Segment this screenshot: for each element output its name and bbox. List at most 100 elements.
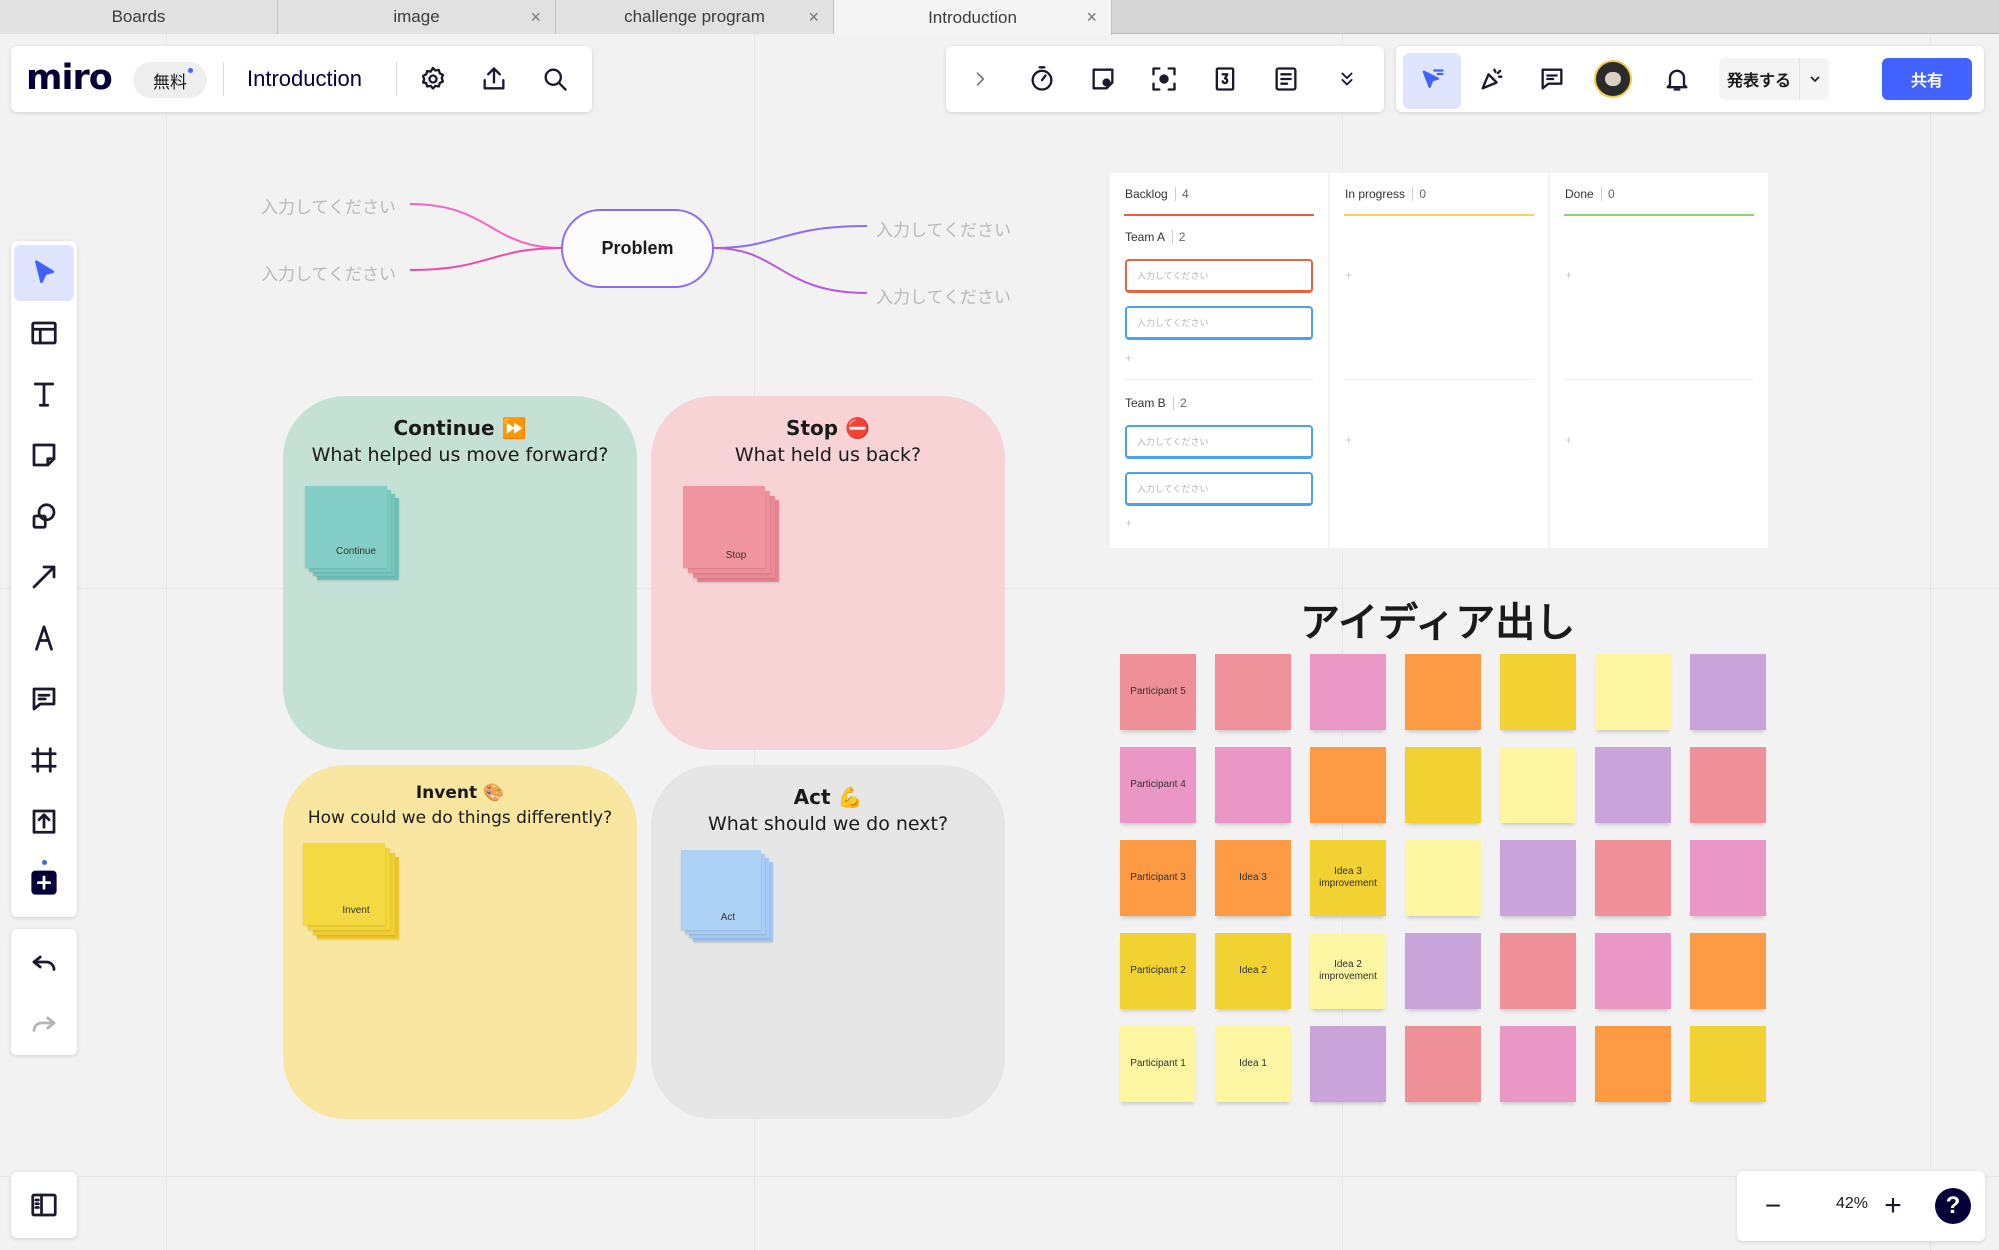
comment-icon[interactable] bbox=[1530, 57, 1574, 101]
upload-tool[interactable] bbox=[14, 793, 74, 849]
kanban-column-backlog[interactable]: Backlog 4 Team A 2 入力してください 入力してください + T… bbox=[1110, 173, 1328, 548]
idea-sticky-note[interactable] bbox=[1500, 840, 1576, 916]
tab-introduction[interactable]: Introduction × bbox=[834, 0, 1112, 35]
kanban-card[interactable]: 入力してください bbox=[1125, 306, 1313, 340]
templates-tool[interactable] bbox=[14, 305, 74, 361]
add-card-icon[interactable]: + bbox=[1125, 351, 1132, 365]
idea-sticky-note[interactable] bbox=[1690, 747, 1766, 823]
sticky-stack-act[interactable]: Act bbox=[681, 850, 773, 942]
sticky-note-tool[interactable] bbox=[14, 427, 74, 483]
undo-button[interactable] bbox=[14, 934, 74, 990]
idea-sticky-note[interactable] bbox=[1405, 654, 1481, 730]
chevrons-down-icon[interactable] bbox=[1325, 57, 1369, 101]
kanban-board[interactable]: Backlog 4 Team A 2 入力してください 入力してください + T… bbox=[1110, 173, 1770, 548]
quadrant-stop[interactable]: Stop ⛔ What held us back? Stop bbox=[651, 396, 1005, 750]
pen-tool[interactable] bbox=[14, 610, 74, 666]
idea-sticky-note[interactable]: Participant 1 bbox=[1120, 1026, 1196, 1102]
idea-sticky-note[interactable] bbox=[1690, 840, 1766, 916]
zoom-in-button[interactable]: + bbox=[1871, 1185, 1915, 1227]
redo-button[interactable] bbox=[14, 995, 74, 1051]
board-title[interactable]: Introduction bbox=[247, 66, 362, 92]
bell-icon[interactable] bbox=[1655, 57, 1699, 101]
add-card-icon[interactable]: + bbox=[1345, 268, 1352, 282]
connector-tool[interactable] bbox=[14, 549, 74, 605]
present-button[interactable]: 発表する bbox=[1719, 58, 1829, 100]
plan-badge[interactable]: 無料 bbox=[133, 62, 207, 98]
idea-sticky-note[interactable] bbox=[1405, 840, 1481, 916]
close-icon[interactable]: × bbox=[1086, 7, 1097, 28]
mind-map-root[interactable]: Problem bbox=[561, 209, 714, 288]
notes-icon[interactable] bbox=[1264, 57, 1308, 101]
chevron-right-icon[interactable] bbox=[958, 57, 1002, 101]
upload-icon[interactable] bbox=[472, 57, 516, 101]
idea-sticky-note[interactable] bbox=[1690, 933, 1766, 1009]
settings-icon[interactable] bbox=[411, 57, 455, 101]
search-icon[interactable] bbox=[533, 57, 577, 101]
add-card-icon[interactable]: + bbox=[1345, 433, 1352, 447]
mind-map-node[interactable]: 入力してください bbox=[876, 283, 1011, 308]
reactions-icon[interactable] bbox=[1470, 57, 1514, 101]
idea-sticky-note[interactable] bbox=[1690, 1026, 1766, 1102]
idea-sticky-note[interactable] bbox=[1595, 654, 1671, 730]
idea-sticky-note[interactable]: Participant 2 bbox=[1120, 933, 1196, 1009]
comment-tool[interactable] bbox=[14, 671, 74, 727]
mind-map-node[interactable]: 入力してください bbox=[261, 260, 396, 285]
shapes-tool[interactable] bbox=[14, 488, 74, 544]
idea-sticky-note[interactable]: Idea 3 improvement bbox=[1310, 840, 1386, 916]
tab-boards[interactable]: Boards bbox=[0, 0, 278, 34]
idea-sticky-note[interactable] bbox=[1595, 1026, 1671, 1102]
tab-challenge-program[interactable]: challenge program × bbox=[556, 0, 834, 34]
add-card-icon[interactable]: + bbox=[1565, 268, 1572, 282]
sticky-add-icon[interactable] bbox=[1081, 57, 1125, 101]
share-button[interactable]: 共有 bbox=[1882, 58, 1972, 100]
idea-sticky-note[interactable] bbox=[1215, 654, 1291, 730]
idea-sticky-note[interactable] bbox=[1310, 654, 1386, 730]
close-icon[interactable]: × bbox=[530, 7, 541, 28]
idea-sticky-note[interactable] bbox=[1405, 1026, 1481, 1102]
sticky-stack-continue[interactable]: Continue bbox=[305, 486, 399, 580]
sticky-stack-invent[interactable]: Invent bbox=[303, 843, 399, 939]
idea-sticky-note[interactable]: Idea 1 bbox=[1215, 1026, 1291, 1102]
kanban-card[interactable]: 入力してください bbox=[1125, 259, 1313, 293]
sidebar-toggle-icon[interactable] bbox=[14, 1177, 74, 1233]
idea-sticky-note[interactable] bbox=[1500, 1026, 1576, 1102]
zoom-level[interactable]: 42% bbox=[1827, 1195, 1877, 1213]
idea-sticky-note[interactable] bbox=[1595, 933, 1671, 1009]
kanban-card[interactable]: 入力してください bbox=[1125, 472, 1313, 506]
help-button[interactable]: ? bbox=[1935, 1188, 1971, 1224]
frame-tool[interactable] bbox=[14, 732, 74, 788]
timer-icon[interactable] bbox=[1020, 57, 1064, 101]
select-tool[interactable] bbox=[14, 245, 74, 301]
idea-sticky-note[interactable] bbox=[1310, 747, 1386, 823]
idea-sticky-note[interactable] bbox=[1405, 747, 1481, 823]
idea-sticky-note[interactable] bbox=[1215, 747, 1291, 823]
idea-sticky-note[interactable]: Participant 5 bbox=[1120, 654, 1196, 730]
cursor-follow-icon[interactable] bbox=[1403, 53, 1461, 109]
idea-sticky-note[interactable] bbox=[1500, 933, 1576, 1009]
idea-sticky-note[interactable]: Participant 4 bbox=[1120, 747, 1196, 823]
chevron-down-icon[interactable] bbox=[1800, 71, 1829, 87]
focus-icon[interactable] bbox=[1142, 57, 1186, 101]
idea-sticky-note[interactable]: Idea 3 bbox=[1215, 840, 1291, 916]
kanban-card[interactable]: 入力してください bbox=[1125, 425, 1313, 459]
kanban-column-done[interactable]: Done 0 + + bbox=[1550, 173, 1768, 548]
mind-map-node[interactable]: 入力してください bbox=[876, 216, 1011, 241]
idea-sticky-note[interactable] bbox=[1595, 840, 1671, 916]
zoom-out-button[interactable]: − bbox=[1751, 1185, 1795, 1227]
idea-sticky-note[interactable] bbox=[1500, 654, 1576, 730]
idea-sticky-note[interactable]: Participant 3 bbox=[1120, 840, 1196, 916]
idea-sticky-note[interactable] bbox=[1595, 747, 1671, 823]
idea-sticky-note[interactable] bbox=[1500, 747, 1576, 823]
sticky-stack-stop[interactable]: Stop bbox=[683, 486, 779, 582]
miro-logo[interactable]: miro bbox=[26, 58, 113, 98]
quadrant-continue[interactable]: Continue ⏩ What helped us move forward? … bbox=[283, 396, 637, 750]
idea-sticky-note[interactable] bbox=[1310, 1026, 1386, 1102]
mind-map-node[interactable]: 入力してください bbox=[261, 193, 396, 218]
idea-sticky-note[interactable] bbox=[1405, 933, 1481, 1009]
kanban-column-in-progress[interactable]: In progress 0 + + bbox=[1330, 173, 1548, 548]
idea-sticky-note[interactable] bbox=[1690, 654, 1766, 730]
text-tool[interactable] bbox=[14, 366, 74, 422]
add-card-icon[interactable]: + bbox=[1125, 516, 1132, 530]
quadrant-invent[interactable]: Invent 🎨 How could we do things differen… bbox=[283, 765, 637, 1119]
idea-sticky-note[interactable]: Idea 2 bbox=[1215, 933, 1291, 1009]
